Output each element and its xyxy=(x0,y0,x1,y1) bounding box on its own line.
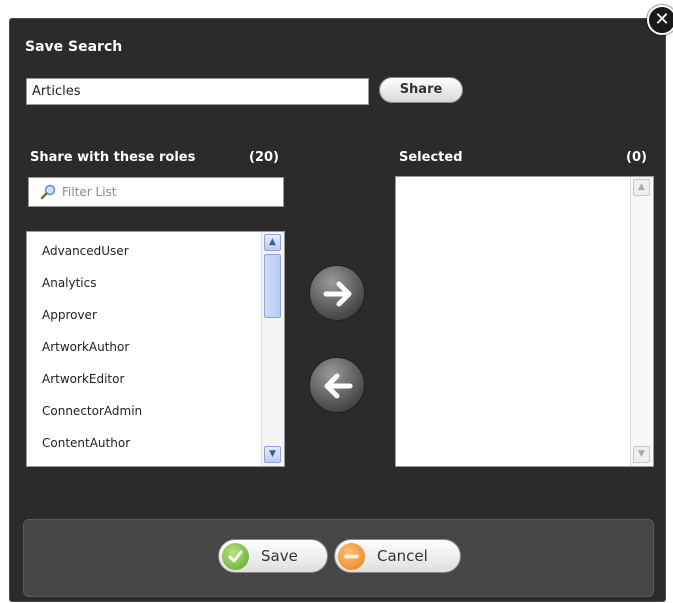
dialog-title: Save Search xyxy=(25,39,123,55)
scroll-thumb[interactable] xyxy=(264,254,281,318)
arrow-left-icon[interactable] xyxy=(309,357,365,413)
roles-heading: Share with these roles xyxy=(30,150,196,165)
arrow-left-glyph xyxy=(324,373,353,399)
arrow-right-glyph xyxy=(323,281,352,307)
scroll-up-icon[interactable]: ▲ xyxy=(633,179,650,196)
list-item[interactable]: ContentAuthor xyxy=(42,436,130,450)
list-item[interactable]: Approver xyxy=(42,308,97,322)
roles-count: (20) xyxy=(249,150,279,165)
save-button[interactable]: Save xyxy=(218,539,328,573)
arrow-right-icon[interactable] xyxy=(309,265,365,321)
search-icon xyxy=(40,184,56,200)
roles-scrollbar[interactable]: ▲ ▼ xyxy=(261,232,284,466)
selected-count: (0) xyxy=(626,150,647,165)
list-item[interactable]: Analytics xyxy=(42,276,97,290)
save-label: Save xyxy=(261,547,298,565)
selected-heading: Selected xyxy=(399,150,463,165)
list-item[interactable]: AdvancedUser xyxy=(42,244,129,258)
selected-scrollbar[interactable]: ▲ ▼ xyxy=(630,177,653,466)
list-item[interactable]: ArtworkEditor xyxy=(42,372,124,386)
close-icon[interactable]: ✕ xyxy=(647,5,673,35)
scroll-down-icon[interactable]: ▼ xyxy=(633,446,650,463)
minus-icon xyxy=(338,543,365,570)
cancel-button[interactable]: Cancel xyxy=(334,539,461,573)
selected-list[interactable]: ▲ ▼ xyxy=(395,176,654,467)
list-item[interactable]: ArtworkAuthor xyxy=(42,340,129,354)
scroll-down-icon[interactable]: ▼ xyxy=(264,446,281,463)
search-name-input[interactable] xyxy=(26,78,369,105)
filter-placeholder: Filter List xyxy=(62,185,117,199)
check-icon xyxy=(222,543,249,570)
scroll-up-icon[interactable]: ▲ xyxy=(264,234,281,251)
list-item[interactable]: ConnectorAdmin xyxy=(42,404,142,418)
roles-list[interactable]: AdvancedUser Analytics Approver ArtworkA… xyxy=(26,231,285,467)
share-button[interactable]: Share xyxy=(379,77,463,103)
cancel-label: Cancel xyxy=(377,547,428,565)
filter-input[interactable]: Filter List xyxy=(28,177,284,207)
dialog-footer: Save Cancel xyxy=(23,519,654,597)
